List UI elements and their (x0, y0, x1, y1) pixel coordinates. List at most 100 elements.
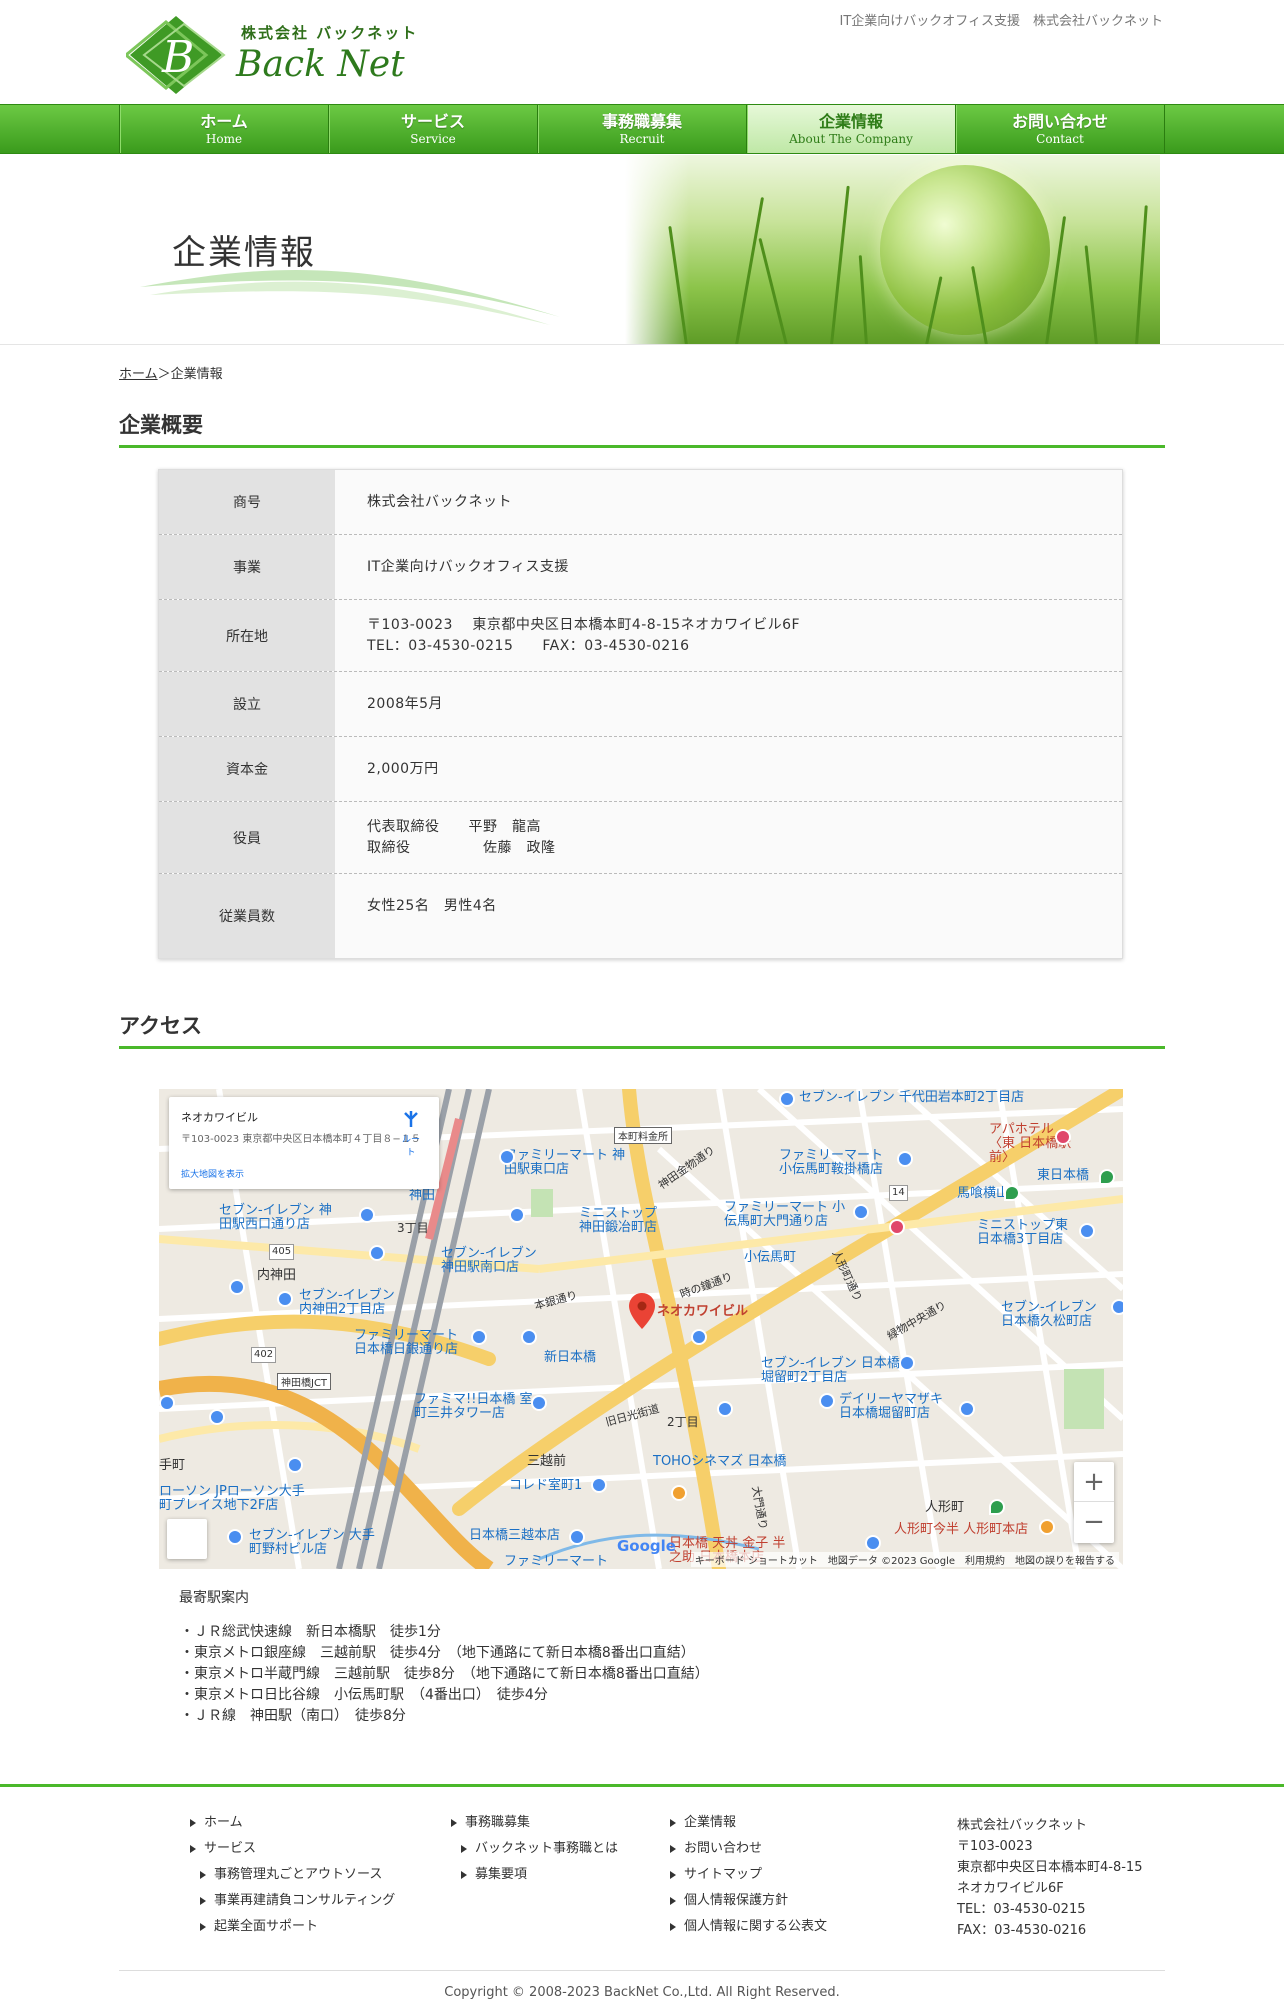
store-pin-icon[interactable] (369, 1245, 385, 1261)
footer-link[interactable]: 個人情報保護方針 (670, 1893, 827, 1919)
store-pin-icon[interactable] (287, 1457, 303, 1473)
store-pin-icon[interactable] (359, 1207, 375, 1223)
overview-heading: 企業概要 (119, 412, 1165, 448)
store-pin-icon[interactable] (853, 1204, 869, 1220)
map-zoom-controls: + − (1074, 1462, 1114, 1543)
row-value-line: 取締役 佐藤 政隆 (367, 839, 556, 856)
map-label: 内神田 (257, 1268, 297, 1283)
nav-home[interactable]: ホーム Home (120, 105, 329, 153)
store-pin-icon[interactable] (471, 1329, 487, 1345)
overview-heading-text: 企業概要 (119, 413, 203, 437)
map-label: コレド室町1 (509, 1478, 583, 1493)
row-value-line: IT企業向けバックオフィス支援 (367, 558, 569, 575)
logo-company-type: 株式会社 バックネット (241, 24, 419, 42)
breadcrumb: ホーム＞企業情報 (119, 363, 223, 382)
nav-label-jp: 企業情報 (818, 112, 883, 131)
restaurant-pin-icon[interactable] (671, 1485, 687, 1501)
company-overview-table: 商号 株式会社バックネット 事業 IT企業向けバックオフィス支援 所在地 〒10… (158, 469, 1123, 959)
footer-nav-col-3: 企業情報 お問い合わせ サイトマップ 個人情報保護方針 個人情報に関する公表文 (670, 1815, 827, 1945)
map-label: 東日本橋 (1037, 1168, 1090, 1183)
map-footer-links[interactable]: キーボード ショートカット 地図データ ©2023 Google 利用規約 地図… (690, 1552, 1119, 1567)
map-label: セブン-イレブン 大手町野村ビル店 (249, 1528, 375, 1557)
row-value-line: 〒103-0023 東京都中央区日本橋本町4-8-15ネオカワイビル6F (367, 616, 801, 633)
store-pin-icon[interactable] (865, 1535, 881, 1551)
backnet-logo-icon: B (126, 16, 226, 94)
breadcrumb-current: 企業情報 (170, 367, 223, 382)
nav-recruit[interactable]: 事務職募集 Recruit (538, 105, 747, 153)
row-value-line: 株式会社バックネット (367, 493, 512, 510)
footer-link[interactable]: 個人情報に関する公表文 (670, 1919, 827, 1945)
station-pin-icon[interactable] (989, 1499, 1005, 1515)
station-pin-icon[interactable] (1099, 1169, 1115, 1185)
store-pin-icon[interactable] (1079, 1223, 1095, 1239)
shop-pin-icon[interactable] (889, 1219, 905, 1235)
row-value: 株式会社バックネット (367, 470, 1112, 534)
nav-contact[interactable]: お問い合わせ Contact (956, 105, 1165, 153)
row-label: 商号 (159, 470, 335, 534)
nav-label-en: Service (410, 132, 456, 146)
store-pin-icon[interactable] (499, 1149, 515, 1165)
zoom-in-button[interactable]: + (1074, 1462, 1114, 1502)
directions-button[interactable]: ルート (399, 1109, 423, 1158)
store-pin-icon[interactable] (277, 1291, 293, 1307)
breadcrumb-home-link[interactable]: ホーム (119, 367, 158, 382)
footer-link[interactable]: サイトマップ (670, 1867, 827, 1893)
map-label: ファミリーマート 日本橋日銀通り店 (354, 1328, 459, 1357)
map-label: 2丁目 (667, 1415, 699, 1429)
directions-label: ルート (401, 1135, 420, 1158)
footer-link[interactable]: 企業情報 (670, 1815, 827, 1841)
google-map-embed[interactable]: セブン-イレブン 千代田岩本町2丁目店 アパホテル〈東 日本橋駅前〉 ファミリー… (159, 1089, 1123, 1569)
nav-about-company[interactable]: 企業情報 About The Company (747, 105, 956, 153)
store-pin-icon[interactable] (569, 1529, 585, 1545)
map-label: セブン-イレブン 神田駅南口店 (441, 1246, 537, 1275)
directions-icon (404, 1111, 418, 1127)
store-pin-icon[interactable] (899, 1355, 915, 1371)
footer-link[interactable]: ホーム (190, 1815, 395, 1841)
store-pin-icon[interactable] (959, 1401, 975, 1417)
store-pin-icon[interactable] (779, 1091, 795, 1107)
zoom-out-button[interactable]: − (1074, 1502, 1114, 1542)
store-pin-icon[interactable] (717, 1401, 733, 1417)
street-view-pegman-icon[interactable] (167, 1519, 207, 1559)
hotel-pin-icon[interactable] (1055, 1129, 1071, 1145)
footer-link[interactable]: バックネット事務職とは (451, 1841, 618, 1867)
location-pin-icon[interactable] (629, 1293, 655, 1329)
station-pin-icon[interactable] (1004, 1185, 1020, 1201)
store-pin-icon[interactable] (159, 1395, 175, 1411)
hero-globe-grass-image (625, 155, 1160, 344)
store-pin-icon[interactable] (521, 1329, 537, 1345)
store-pin-icon[interactable] (897, 1151, 913, 1167)
table-row: 従業員数 女性25名 男性4名 (159, 874, 1122, 958)
footer-link[interactable]: お問い合わせ (670, 1841, 827, 1867)
site-header: B 株式会社 バックネット Back Net IT企業向けバックオフィス支援 株… (0, 0, 1284, 104)
list-item: ・東京メトロ日比谷線 小伝馬町駅 （4番出口） 徒歩4分 (180, 1687, 548, 1703)
store-pin-icon[interactable] (509, 1207, 525, 1223)
store-pin-icon[interactable] (819, 1393, 835, 1409)
store-pin-icon[interactable] (691, 1329, 707, 1345)
restaurant-pin-icon[interactable] (1039, 1519, 1055, 1535)
svg-text:B: B (161, 32, 194, 83)
row-value-line: 2,000万円 (367, 760, 439, 777)
footer-link[interactable]: 事務管理丸ごとアウトソース (190, 1867, 395, 1893)
store-pin-icon[interactable] (591, 1477, 607, 1493)
google-logo: Google (617, 1537, 676, 1555)
store-pin-icon[interactable] (1111, 1299, 1123, 1315)
view-larger-map-link[interactable]: 拡大地図を表示 (181, 1167, 244, 1180)
footer-link[interactable]: 事業再建請負コンサルティング (190, 1893, 395, 1919)
footer-link[interactable]: 事務職募集 (451, 1815, 618, 1841)
footer-link[interactable]: 募集要項 (451, 1867, 618, 1893)
map-label: 14 (889, 1185, 908, 1201)
map-card-address: 〒103-0023 東京都中央区日本橋本町４丁目８−１５ (181, 1134, 421, 1145)
store-pin-icon[interactable] (229, 1279, 245, 1295)
map-label: TOHOシネマズ 日本橋 (653, 1454, 787, 1469)
map-label: ミニストップ 神田鍛冶町店 (579, 1206, 658, 1235)
footer-link[interactable]: サービス (190, 1841, 395, 1867)
address-line: 東京都中央区日本橋本町4-8-15 (957, 1860, 1143, 1875)
nav-label-en: Home (205, 132, 243, 146)
store-pin-icon[interactable] (227, 1529, 243, 1545)
store-pin-icon[interactable] (209, 1409, 225, 1425)
footer-link[interactable]: 起業全面サポート (190, 1919, 395, 1945)
nav-service[interactable]: サービス Service (329, 105, 538, 153)
site-logo[interactable]: B 株式会社 バックネット Back Net (126, 14, 416, 96)
store-pin-icon[interactable] (531, 1395, 547, 1411)
